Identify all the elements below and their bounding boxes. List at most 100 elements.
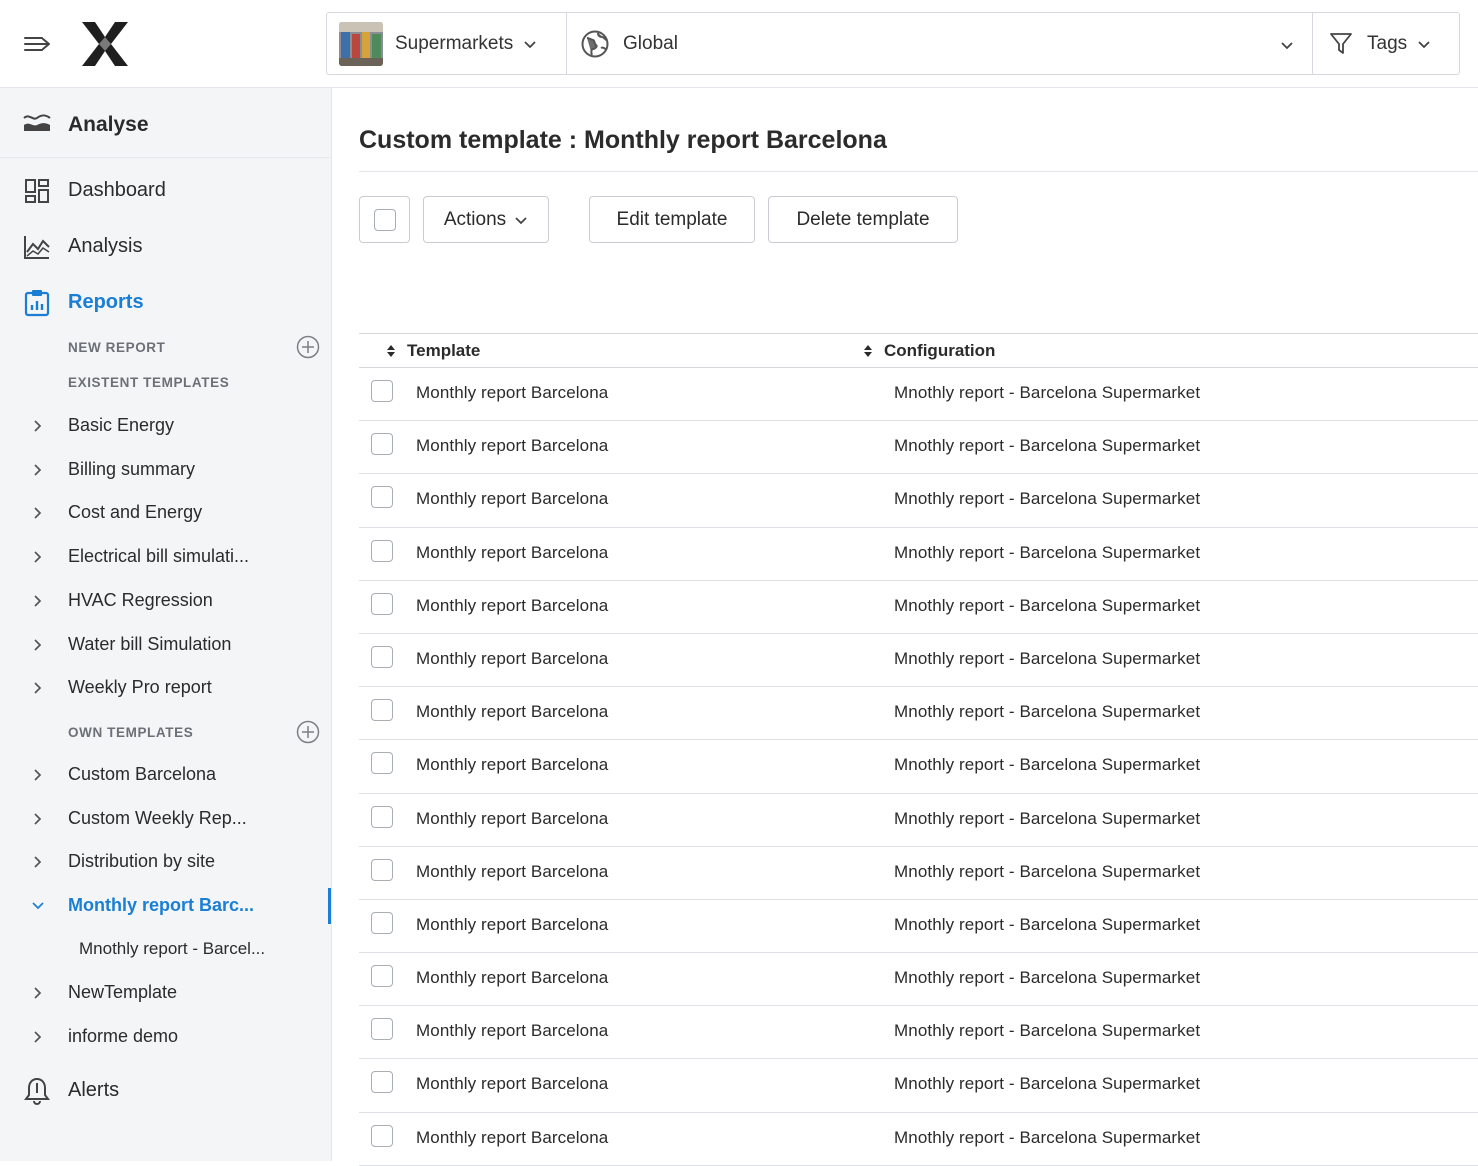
cell-template: Monthly report Barcelona — [416, 383, 609, 402]
row-checkbox[interactable] — [371, 752, 393, 775]
table-row[interactable]: Monthly report Barcelona Mnothly report -… — [359, 953, 1478, 1007]
cell-template: Monthly report Barcelona — [416, 808, 609, 828]
chevron-right-icon — [34, 682, 42, 694]
table-row[interactable]: Monthly report Barcelona Mnothly report -… — [359, 474, 1478, 528]
table-row[interactable]: Monthly report Barcelona Mnothly report -… — [359, 794, 1478, 847]
sidebar-section-analyse[interactable]: Analyse — [0, 88, 331, 158]
table-row[interactable]: Monthly report Barcelona Mnothly report -… — [359, 900, 1478, 954]
sidebar-item-reports-label: Reports — [68, 291, 144, 313]
sidebar-template-item[interactable]: Basic Energy — [0, 406, 331, 446]
table-row[interactable]: Monthly report Barcelona Mnothly report -… — [359, 581, 1478, 634]
table-row[interactable]: Monthly report Barcelona Mnothly report -… — [359, 687, 1478, 741]
scope-selector[interactable]: Global — [567, 13, 1313, 74]
table-row[interactable]: Monthly report Barcelona Mnothly report -… — [359, 847, 1478, 900]
sidebar-template-item[interactable]: Custom Weekly Rep... — [0, 799, 331, 839]
table-row[interactable]: Monthly report Barcelona Mnothly report -… — [359, 1059, 1478, 1113]
column-header-template[interactable]: Template — [385, 334, 480, 367]
actions-dropdown[interactable]: Actions — [423, 196, 549, 243]
sidebar-item-dashboard[interactable]: Dashboard — [0, 169, 331, 213]
cell-configuration: Mnothly report - Barcelona Supermarket — [894, 702, 1201, 722]
app-logo[interactable] — [78, 20, 132, 68]
edit-template-button[interactable]: Edit template — [589, 196, 755, 243]
cell-configuration: Mnothly report - Barcelona Supermarket — [894, 755, 1201, 775]
row-checkbox[interactable] — [371, 1124, 393, 1147]
row-checkbox[interactable] — [371, 592, 393, 615]
chevron-right-icon — [34, 420, 42, 432]
delete-template-button[interactable]: Delete template — [768, 196, 958, 243]
cell-configuration: Mnothly report - Barcelona Supermarket — [894, 595, 1201, 615]
cell-configuration: Mnothly report - Barcelona Supermarket — [894, 436, 1201, 456]
row-checkbox[interactable] — [371, 858, 393, 881]
row-checkbox[interactable] — [371, 486, 393, 509]
menu-toggle-icon[interactable] — [22, 30, 54, 58]
table-row[interactable]: Monthly report Barcelona Mnothly report -… — [359, 421, 1478, 475]
sidebar-subitem-active[interactable]: Mnothly report - Barcel... — [0, 930, 331, 970]
sidebar-template-item[interactable]: Cost and Energy — [0, 493, 331, 533]
row-checkbox[interactable] — [371, 805, 393, 828]
cell-template: Monthly report Barcelona — [416, 648, 609, 668]
new-report-caption: NEW REPORT — [68, 340, 166, 355]
chevron-down-icon — [32, 902, 44, 910]
table-row[interactable]: Monthly report Barcelona Mnothly report -… — [359, 528, 1478, 581]
table-row[interactable]: Monthly report Barcelona Mnothly report -… — [359, 368, 1478, 422]
row-checkbox[interactable] — [371, 965, 393, 988]
sidebar-template-item[interactable]: informe demo — [0, 1017, 331, 1057]
sidebar-item-alerts[interactable]: Alerts — [0, 1069, 331, 1113]
cell-configuration: Mnothly report - Barcelona Supermarket — [894, 914, 1201, 934]
sidebar-template-item[interactable]: Water bill Simulation — [0, 625, 331, 665]
actions-label: Actions — [443, 208, 507, 230]
add-report-icon[interactable] — [296, 335, 320, 359]
sidebar-template-item[interactable]: Monthly report Barc... — [0, 886, 331, 926]
sidebar-template-item[interactable]: Electrical bill simulati... — [0, 537, 331, 577]
sidebar-template-label: Weekly Pro report — [68, 677, 212, 698]
sidebar-template-item[interactable]: Distribution by site — [0, 842, 331, 882]
table-row[interactable]: Monthly report Barcelona Mnothly report -… — [359, 740, 1478, 794]
cell-configuration: Mnothly report - Barcelona Supermarket — [894, 1127, 1201, 1147]
top-bar: Supermarkets Global Tags — [0, 0, 1478, 88]
chevron-right-icon — [34, 769, 42, 781]
sidebar-template-item[interactable]: HVAC Regression — [0, 581, 331, 621]
sidebar-template-item[interactable]: Weekly Pro report — [0, 668, 331, 708]
sidebar-subitem-label: Mnothly report - Barcel... — [79, 939, 266, 958]
row-checkbox[interactable] — [371, 911, 393, 934]
column-header-label: Configuration — [884, 340, 996, 360]
cell-template: Monthly report Barcelona — [416, 542, 609, 562]
cell-template: Monthly report Barcelona — [416, 1021, 609, 1041]
row-checkbox[interactable] — [371, 539, 393, 562]
sidebar-template-label: Cost and Energy — [68, 502, 203, 523]
sidebar-section-analyse-label: Analyse — [68, 113, 149, 136]
cell-template: Monthly report Barcelona — [416, 436, 609, 456]
sidebar-item-reports[interactable]: Reports — [0, 281, 331, 325]
sidebar-template-item[interactable]: Billing summary — [0, 450, 331, 490]
sidebar-template-item[interactable]: Custom Barcelona — [0, 755, 331, 795]
table-header: Template Configuration — [359, 333, 1478, 368]
row-checkbox[interactable] — [371, 1071, 393, 1094]
chevron-right-icon — [34, 595, 42, 607]
select-all-checkbox[interactable] — [359, 196, 410, 243]
sidebar-template-item[interactable]: NewTemplate — [0, 973, 331, 1013]
chevron-down-icon — [515, 216, 527, 224]
site-selector[interactable]: Supermarkets — [327, 13, 567, 74]
row-checkbox[interactable] — [371, 699, 393, 722]
row-checkbox[interactable] — [371, 1018, 393, 1041]
sidebar-item-analysis[interactable]: Analysis — [0, 225, 331, 269]
tags-filter[interactable]: Tags — [1313, 13, 1459, 74]
cell-configuration: Mnothly report - Barcelona Supermarket — [894, 968, 1201, 988]
tags-filter-label: Tags — [1367, 32, 1408, 54]
row-checkbox[interactable] — [371, 645, 393, 668]
row-checkbox[interactable] — [371, 433, 393, 456]
checkbox[interactable] — [373, 208, 396, 231]
add-own-template-icon[interactable] — [296, 720, 320, 744]
row-checkbox[interactable] — [371, 380, 393, 402]
chevron-right-icon — [34, 638, 42, 651]
sidebar-item-alerts-label: Alerts — [68, 1079, 120, 1101]
active-indicator — [328, 888, 331, 925]
cell-configuration: Mnothly report - Barcelona Supermarket — [894, 648, 1201, 668]
templates-table: Template Configuration Monthly report Ba… — [359, 333, 1478, 1166]
table-row[interactable]: Monthly report Barcelona Mnothly report -… — [359, 634, 1478, 688]
chevron-right-icon — [34, 1030, 42, 1043]
column-header-configuration[interactable]: Configuration — [862, 334, 995, 367]
table-row[interactable]: Monthly report Barcelona Mnothly report -… — [359, 1006, 1478, 1060]
chevron-right-icon — [34, 507, 42, 519]
table-row[interactable]: Monthly report Barcelona Mnothly report -… — [359, 1113, 1478, 1166]
